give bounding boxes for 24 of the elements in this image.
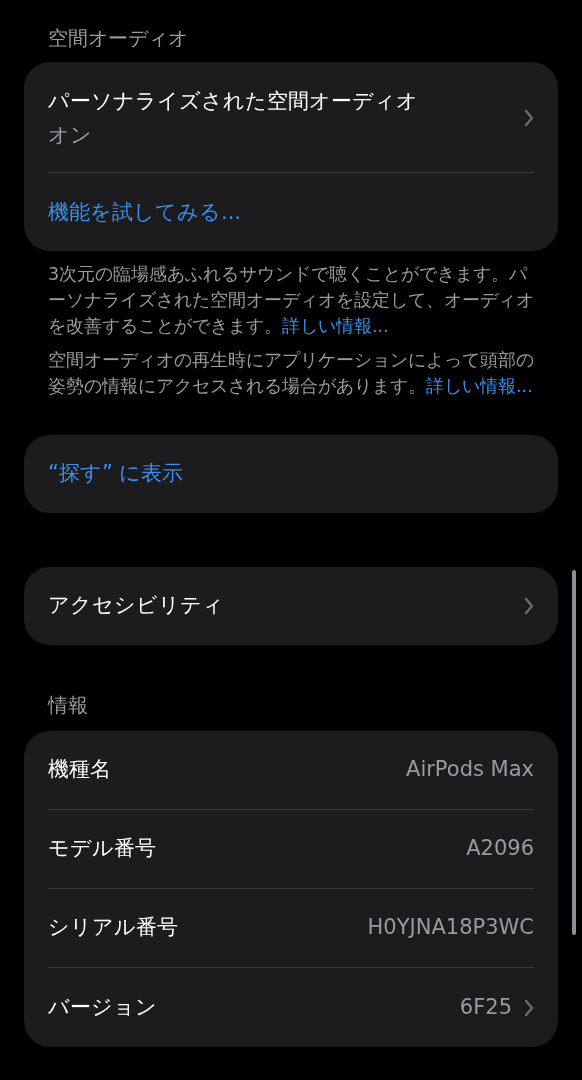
accessibility-row[interactable]: アクセシビリティ (24, 567, 558, 645)
footer-note: 空間オーディオの再生時にアプリケーションによって頭部の姿勢の情報にアクセスされる場合があります。詳しい情報... (48, 349, 534, 398)
row-title: アクセシビリティ (48, 592, 224, 620)
chevron-icon (524, 597, 534, 615)
try-feature-link[interactable]: 機能を試してみる... (48, 200, 242, 224)
learn-more-link[interactable]: 詳しい情報... (282, 316, 389, 336)
info-value: A2096 (466, 835, 534, 863)
row-title: パーソナライズされた空間オーディオ (48, 88, 418, 115)
info-label: シリアル番号 (48, 914, 178, 942)
section-header: 情報 (46, 692, 89, 719)
info-label: バージョン (48, 993, 157, 1021)
info-value: 6F25 (459, 993, 512, 1021)
settings-row[interactable]: パーソナライズされた空間オーディオ オン (48, 62, 534, 173)
info-label: 機種名 (48, 756, 111, 784)
learn-more-link[interactable]: 詳しい情報... (426, 376, 533, 396)
footer-note: 3次元の臨場感あふれるサウンドで聴くことができます。パーソナライズされた空間オーディオを設定して、オーディオを改善することができます。詳しい情報... (48, 263, 534, 338)
info-value: AirPods Max (406, 756, 534, 784)
section-header: 空間オーディオ (47, 25, 189, 52)
row-value: オン (48, 122, 93, 149)
info-label: モデル番号 (48, 835, 156, 863)
chevron-icon (524, 109, 534, 127)
find-my-button[interactable]: “探す” に表示 (24, 435, 558, 513)
info-value: H0YJNA18P3WC (367, 914, 534, 942)
chevron-icon (524, 998, 534, 1017)
